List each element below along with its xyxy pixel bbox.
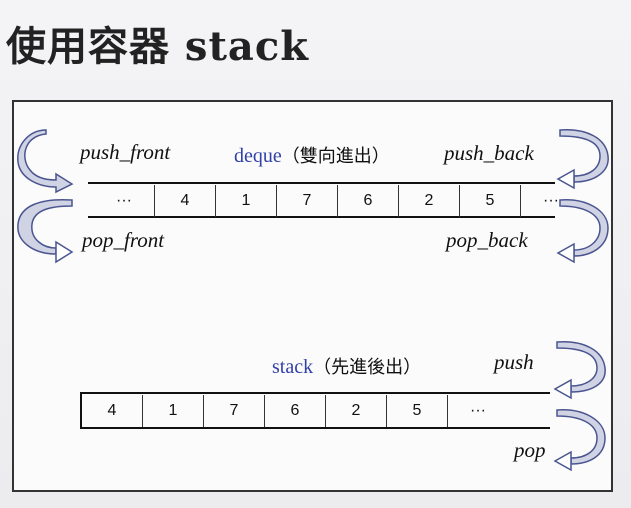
stack-cell: ··· — [447, 395, 508, 427]
stack-note: （先進後出） — [313, 357, 422, 377]
deque-name: deque — [234, 145, 282, 167]
stack-cells: 4 1 7 6 2 5 ··· — [82, 395, 508, 427]
pop-arrow-icon — [553, 409, 606, 472]
pop-front-label: pop_front — [82, 228, 165, 252]
push-front-label: push_front — [80, 140, 171, 164]
deque-cell: 1 — [215, 185, 276, 217]
deque-cells: ··· 4 1 7 6 2 5 ··· — [94, 185, 581, 217]
deque-note: （雙向進出） — [281, 146, 390, 166]
push-back-arrow-icon — [556, 129, 609, 190]
deque-cell: 2 — [398, 185, 459, 217]
deque-cell: 4 — [154, 185, 215, 217]
deque-cell: 6 — [337, 185, 398, 217]
deque-caption: deque（雙向進出） — [234, 142, 390, 168]
stack-caption: stack（先進後出） — [272, 353, 421, 379]
stack-top-line — [80, 392, 550, 394]
deque-cell: 5 — [459, 185, 520, 217]
stack-cell: 5 — [386, 395, 447, 427]
slide-title: 使用容器 stack — [6, 23, 309, 70]
deque-cell: 7 — [276, 185, 337, 217]
stack-cell: 4 — [107, 402, 117, 419]
stack-bottom-line — [80, 427, 550, 429]
push-label: push — [494, 350, 534, 374]
pop-front-arrow-icon — [17, 198, 74, 264]
stack-cell: 7 — [203, 395, 264, 427]
stack-name: stack — [272, 356, 314, 378]
pop-back-label: pop_back — [446, 228, 528, 252]
pop-label: pop — [514, 438, 546, 462]
push-arrow-icon — [553, 341, 606, 400]
deque-top-line — [88, 182, 555, 184]
push-front-arrow-icon — [17, 129, 74, 194]
stack-cell: 1 — [142, 395, 203, 427]
stack-cell: 6 — [264, 395, 325, 427]
pop-back-arrow-icon — [556, 199, 609, 264]
stack-cell: 2 — [325, 395, 386, 427]
deque-cell: ··· — [116, 192, 132, 209]
push-back-label: push_back — [444, 141, 534, 165]
